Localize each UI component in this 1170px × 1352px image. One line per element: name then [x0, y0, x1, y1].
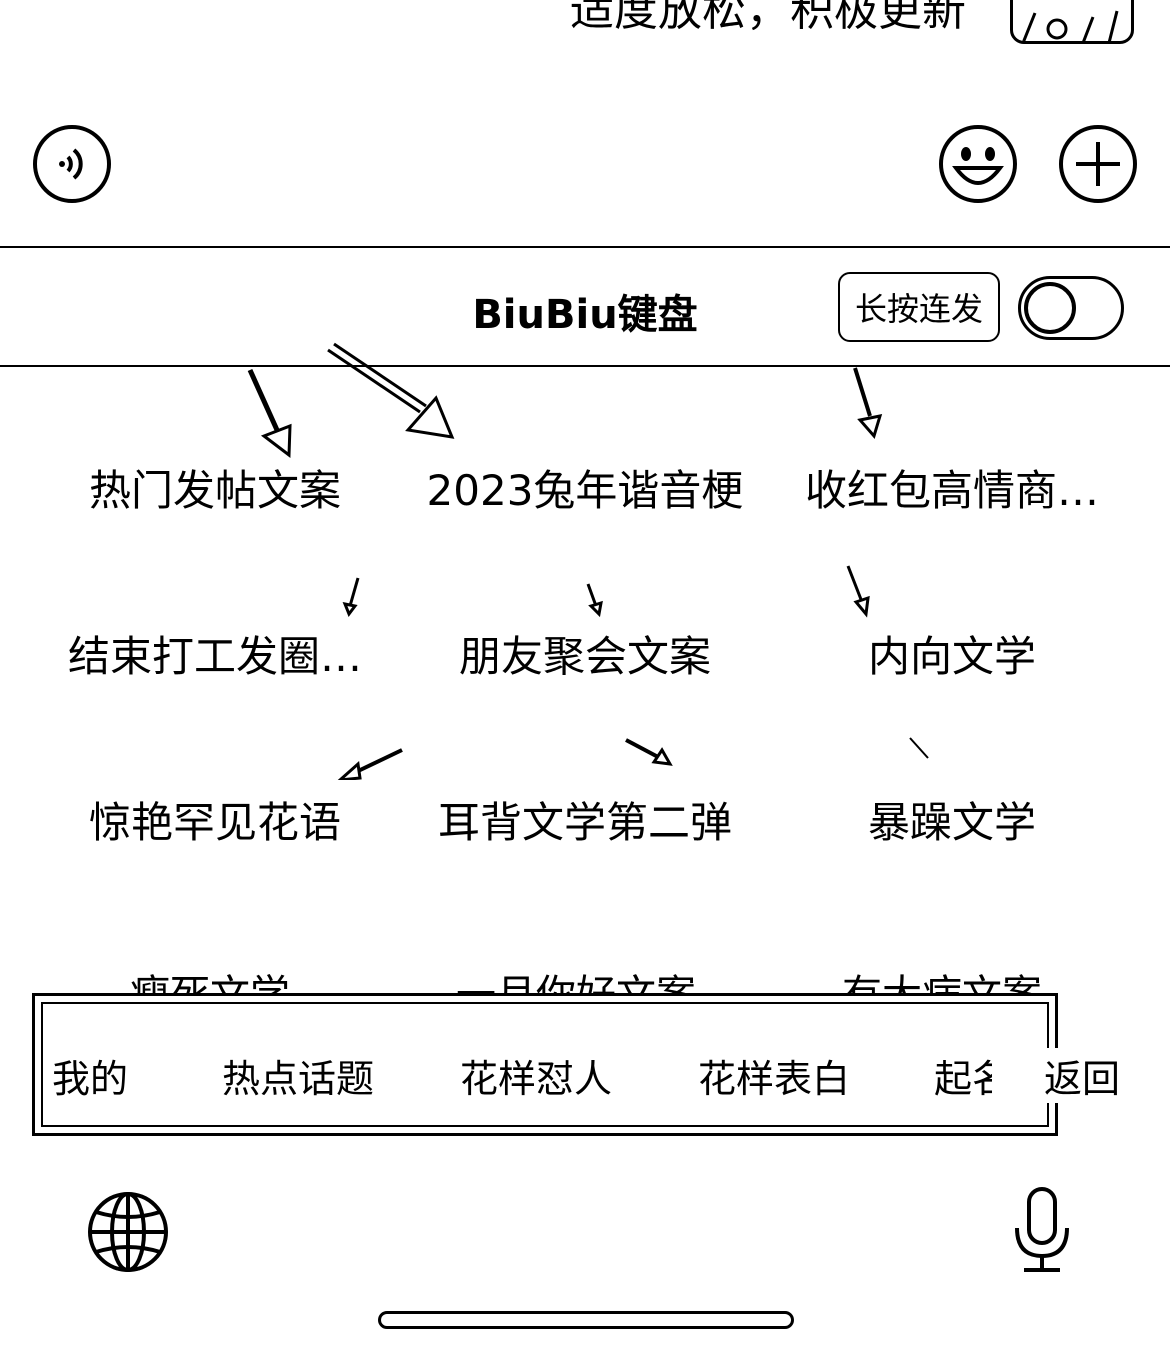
- back-button[interactable]: 返回: [1044, 1048, 1121, 1103]
- long-press-repeat-toggle[interactable]: [1018, 276, 1124, 340]
- phrase-item[interactable]: 暴躁文学: [782, 798, 1122, 848]
- plus-icon: [1059, 125, 1137, 203]
- voice-input-button[interactable]: [32, 124, 112, 204]
- tab-naming-label: 起名: [934, 1057, 992, 1098]
- phrase-item[interactable]: 结束打工发圈…: [45, 632, 385, 682]
- switch-keyboard-button[interactable]: [86, 1190, 170, 1274]
- microphone-icon: [1015, 1187, 1069, 1272]
- tab-hot-topics[interactable]: 热点话题: [222, 1048, 374, 1103]
- tab-fancy-roasts[interactable]: 花样怼人: [460, 1048, 612, 1103]
- tab-fancy-confessions[interactable]: 花样表白: [698, 1048, 850, 1103]
- phrase-item[interactable]: 耳背文学第二弹: [415, 798, 755, 848]
- chat-avatar[interactable]: [1010, 0, 1134, 44]
- globe-icon: [88, 1192, 168, 1272]
- toggle-knob: [1024, 282, 1076, 334]
- phrase-item[interactable]: 收红包高情商…: [782, 466, 1122, 516]
- tab-mine[interactable]: 我的: [52, 1048, 128, 1103]
- voice-icon: [33, 125, 111, 203]
- chat-message-partial: 适度放松，积极更新: [570, 0, 966, 36]
- phrase-item[interactable]: 2023兔年谐音梗: [415, 466, 755, 516]
- home-indicator[interactable]: [378, 1311, 794, 1329]
- long-press-repeat-label: 长按连发: [838, 272, 1000, 342]
- emoji-icon: [939, 125, 1017, 203]
- phrase-item[interactable]: 惊艳罕见花语: [45, 798, 385, 848]
- phrase-item[interactable]: 热门发帖文案: [45, 466, 385, 516]
- phrase-item[interactable]: 朋友聚会文案: [415, 632, 755, 682]
- dictation-button[interactable]: [1012, 1186, 1072, 1276]
- emoji-button[interactable]: [938, 124, 1018, 204]
- add-button[interactable]: [1058, 124, 1138, 204]
- keyboard-top-divider: [0, 246, 1170, 248]
- phrase-item[interactable]: 内向文学: [782, 632, 1122, 682]
- annotation-arrows: [247, 342, 929, 780]
- keyboard-title: BiuBiu键盘: [472, 292, 698, 338]
- tab-naming-clipped[interactable]: 起名: [934, 1048, 992, 1098]
